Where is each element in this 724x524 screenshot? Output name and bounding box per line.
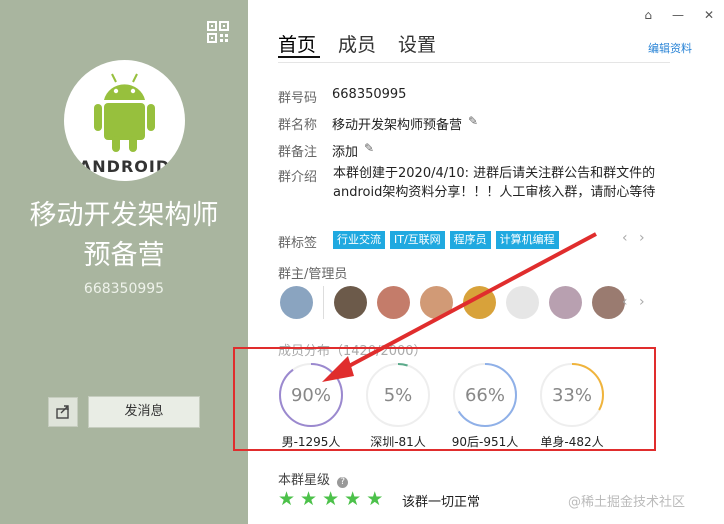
tab-members[interactable]: 成员 (338, 30, 376, 57)
star-icon: ★ (300, 488, 318, 510)
tag-item[interactable]: 程序员 (449, 231, 491, 249)
stat-age[interactable]: 66% 90后-951人 (445, 361, 525, 450)
group-name-large: 移动开发架构师 预备营 (0, 196, 248, 276)
minimize-icon[interactable]: — (672, 8, 684, 22)
stat-percent: 66% (464, 385, 505, 406)
watermark: @稀土掘金技术社区 (568, 495, 686, 510)
stat-percent: 5% (383, 385, 413, 406)
avatar-separator (323, 286, 324, 319)
star-icon: ★ (366, 488, 384, 510)
group-number-label: 群号码 (278, 91, 318, 106)
help-icon[interactable]: ? (337, 477, 349, 488)
group-number-row: 群号码 668350995 (278, 87, 406, 106)
admin-avatar[interactable] (463, 286, 496, 319)
group-tags-row: 群标签 (278, 232, 332, 251)
admin-avatar[interactable] (377, 286, 410, 319)
group-intro-text: 本群创建于2020/4/10: 进群后请关注群公告和群文件的android架构资… (333, 166, 656, 200)
group-avatar[interactable]: ANDROID (64, 60, 185, 181)
group-number-value: 668350995 (332, 87, 407, 102)
share-icon (56, 405, 69, 419)
stat-caption: 男-1295人 (281, 435, 341, 449)
rating-label-text: 本群星级 (278, 473, 331, 488)
active-tab-indicator (278, 56, 320, 58)
group-name-row: 群名称 移动开发架构师预备营 ✎ (278, 114, 478, 133)
admin-avatar[interactable] (280, 286, 313, 319)
edit-profile-link[interactable]: 编辑资料 (648, 40, 692, 56)
group-intro-label-row: 群介绍 (278, 166, 332, 185)
qr-code-icon[interactable] (207, 21, 229, 43)
tag-item[interactable]: IT/互联网 (390, 231, 445, 249)
group-tags-label: 群标签 (278, 236, 318, 251)
group-remark-label: 群备注 (278, 145, 318, 160)
edit-name-icon[interactable]: ✎ (468, 114, 478, 133)
group-status: 该群一切正常 (402, 495, 481, 510)
group-number-large: 668350995 (83, 281, 165, 297)
admins-prev-icon[interactable]: ‹ (622, 294, 628, 310)
tag-item[interactable]: 计算机编程 (495, 231, 559, 249)
admin-avatar[interactable] (420, 286, 453, 319)
admins-next-icon[interactable]: › (639, 294, 645, 310)
group-name-line1: 移动开发架构师 (29, 200, 219, 231)
stat-caption: 深圳-81人 (370, 435, 426, 449)
admin-avatars (280, 286, 635, 319)
window-controls: ⌂ — ✕ (644, 8, 714, 22)
star-icon: ★ (344, 488, 362, 510)
tag-item[interactable]: 行业交流 (333, 231, 385, 249)
stat-caption: 单身-482人 (540, 435, 604, 449)
edit-remark-icon[interactable]: ✎ (364, 141, 374, 160)
stat-percent: 90% (290, 385, 331, 406)
close-icon[interactable]: ✕ (704, 8, 714, 22)
admins-label: 群主/管理员 (278, 267, 348, 282)
stat-gender[interactable]: 90% 男-1295人 (271, 361, 351, 450)
admin-avatar[interactable] (334, 286, 367, 319)
tags-prev-icon[interactable]: ‹ (622, 230, 628, 246)
group-remark-value[interactable]: 添加 (332, 141, 358, 160)
group-tags: 行业交流 IT/互联网 程序员 计算机编程 (333, 231, 559, 249)
group-profile-panel: ANDROID 移动开发架构师 预备营 668350995 发消息 (0, 0, 248, 524)
group-intro-label: 群介绍 (278, 170, 318, 185)
star-icon: ★ (278, 488, 296, 510)
admin-avatar[interactable] (592, 286, 625, 319)
tab-home[interactable]: 首页 (278, 30, 316, 57)
rating-stars: ★ ★ ★ ★ ★ (278, 488, 383, 510)
divider (278, 62, 670, 63)
admin-avatar[interactable] (506, 286, 539, 319)
rating-label: 本群星级 ? (278, 469, 349, 488)
group-name-value: 移动开发架构师预备营 (332, 118, 463, 133)
android-logo-icon: ANDROID (79, 73, 170, 176)
stat-caption: 90后-951人 (451, 435, 519, 449)
admin-avatar[interactable] (549, 286, 582, 319)
skin-icon[interactable]: ⌂ (644, 8, 652, 22)
group-remark-row: 群备注 添加 ✎ (278, 141, 374, 160)
tags-next-icon[interactable]: › (639, 230, 645, 246)
send-message-button[interactable]: 发消息 (88, 396, 200, 428)
star-icon: ★ (322, 488, 340, 510)
share-button[interactable] (48, 397, 78, 427)
stat-region[interactable]: 5% 深圳-81人 (358, 361, 438, 450)
stat-percent: 33% (551, 385, 592, 406)
tab-bar: 首页 成员 设置 (278, 30, 436, 57)
group-name-label: 群名称 (278, 118, 318, 133)
android-wordmark: ANDROID (79, 157, 170, 176)
stat-relationship[interactable]: 33% 单身-482人 (532, 361, 612, 450)
tab-settings[interactable]: 设置 (398, 30, 436, 57)
group-name-line2: 预备营 (83, 240, 165, 271)
